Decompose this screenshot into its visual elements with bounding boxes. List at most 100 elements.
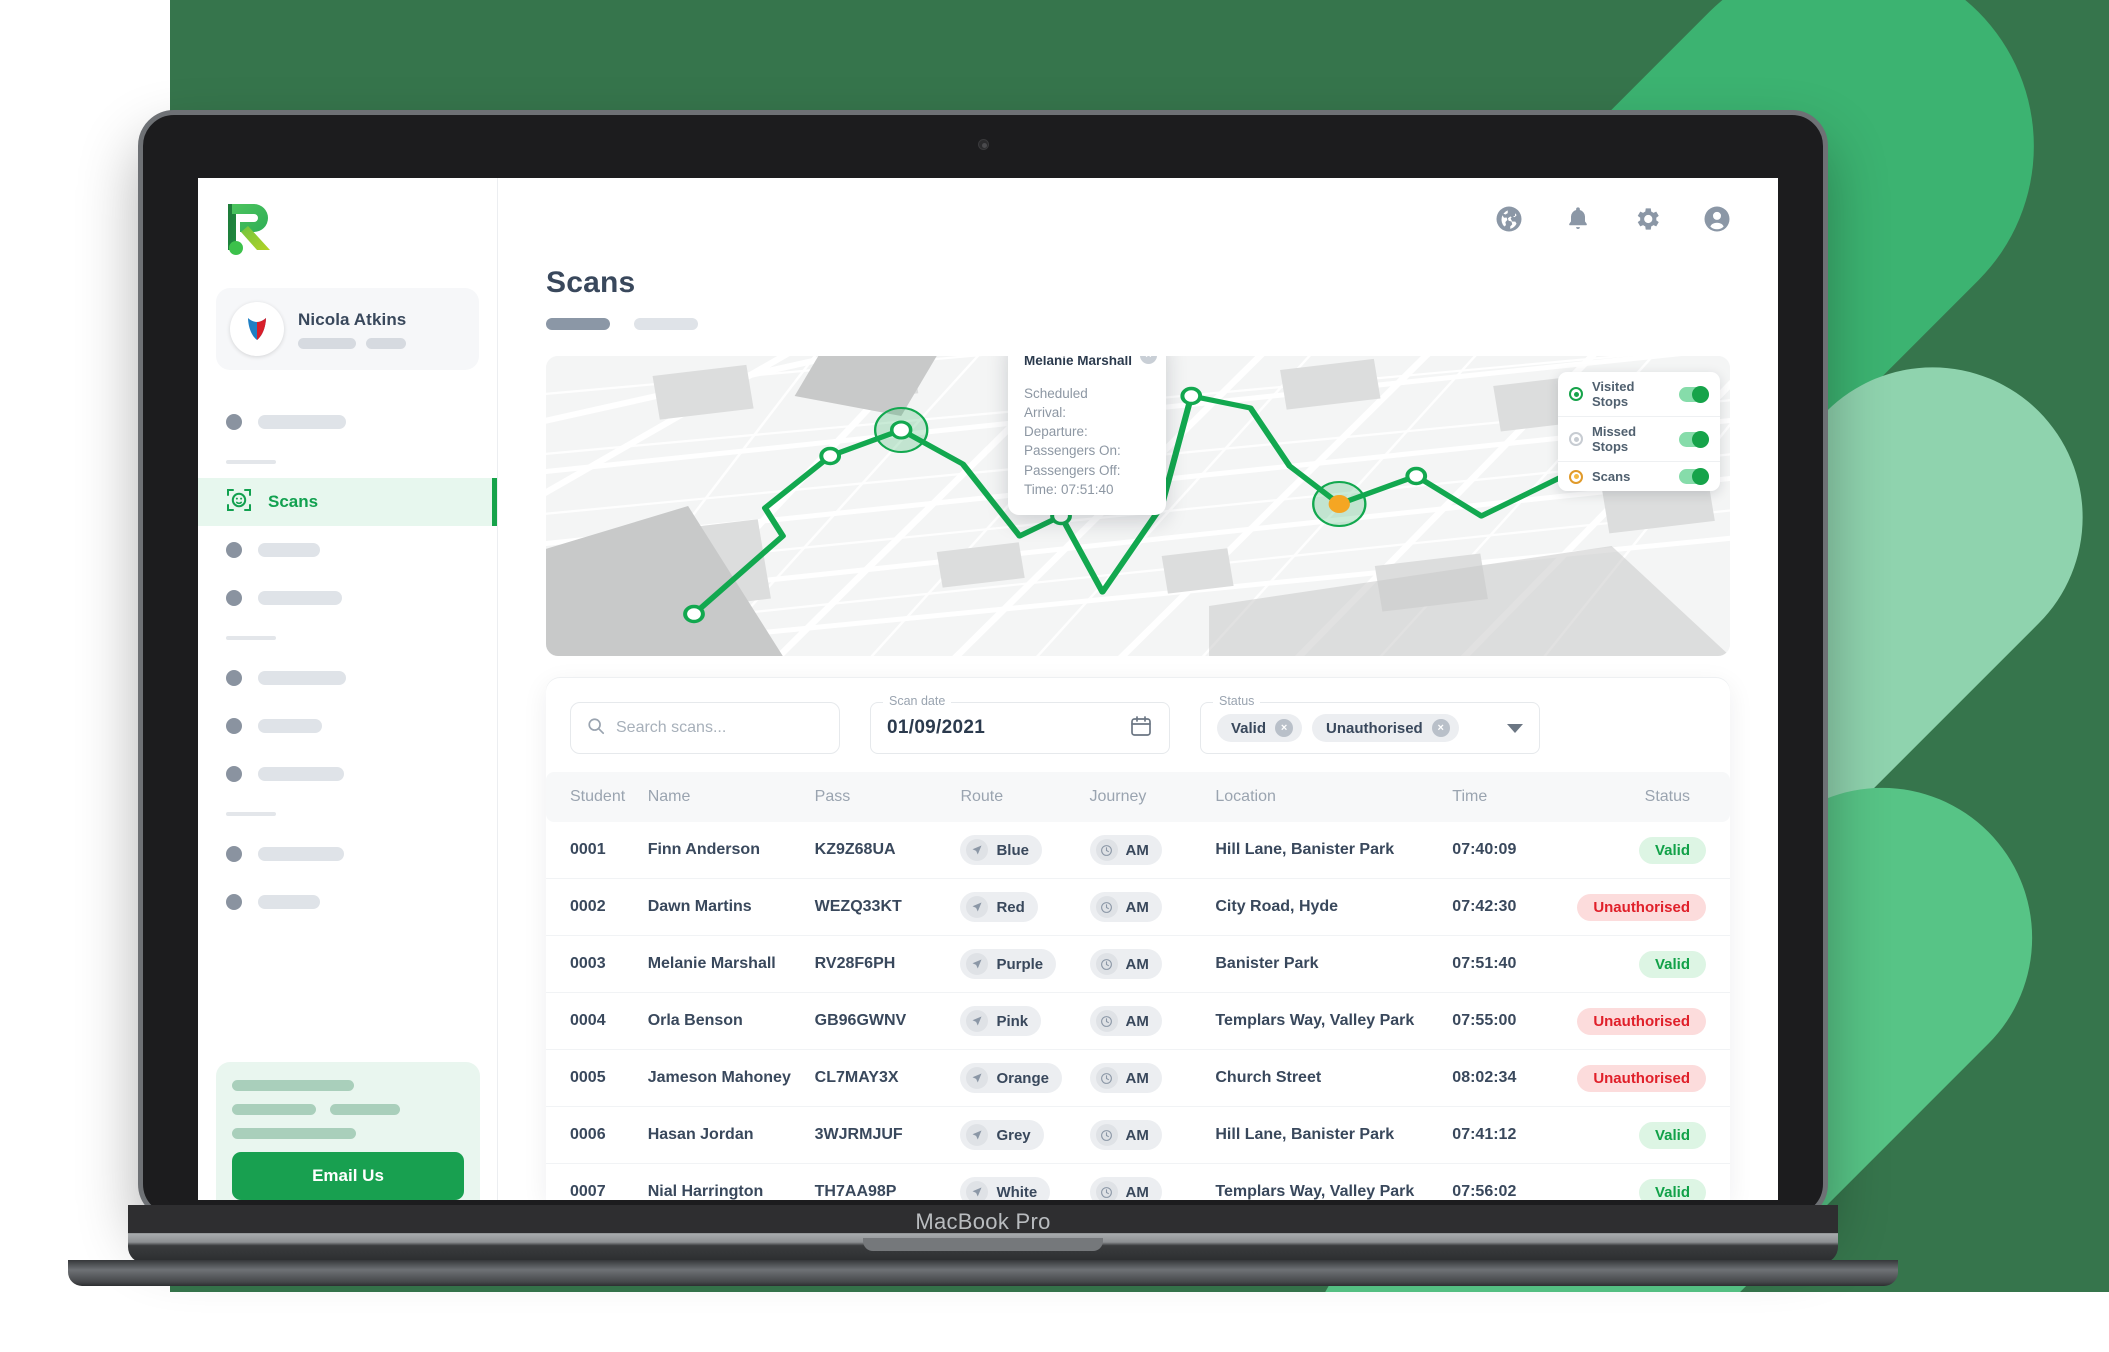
chip-label: Valid (1231, 719, 1267, 737)
legend-label: Visited Stops (1592, 379, 1635, 409)
legend-row-missed-stops[interactable]: Missed Stops (1558, 417, 1720, 462)
sidebar-item-placeholder[interactable] (198, 878, 497, 926)
sidebar-item-scans[interactable]: Scans (198, 478, 497, 526)
status-field[interactable]: Status Valid × Unauthorised × (1200, 694, 1540, 754)
toggle-visited-stops[interactable] (1679, 385, 1709, 403)
sidebar-item-placeholder[interactable] (198, 830, 497, 878)
cell-route: Grey (950, 1106, 1080, 1164)
base-notch (863, 1238, 1103, 1251)
sidebar-item-placeholder[interactable] (198, 702, 497, 750)
status-label: Status (1213, 694, 1261, 708)
navigation-icon (966, 896, 989, 918)
cell-journey: AM (1079, 1106, 1206, 1164)
breadcrumb (546, 318, 1730, 330)
search-input[interactable] (616, 719, 823, 737)
page-title: Scans (546, 266, 636, 299)
page-header: Scans (498, 260, 1778, 330)
scan-date-field[interactable]: Scan date 01/09/2021 (870, 694, 1170, 754)
table-row[interactable]: 0001 Finn Anderson KZ9Z68UA Blue AM Hill Lane… (546, 822, 1730, 879)
bullet-icon (226, 590, 242, 606)
cell-name: Dawn Martins (637, 878, 805, 936)
tooltip-line: Time: 07:51:40 (1024, 481, 1114, 497)
scan-stop-icon (1569, 469, 1583, 484)
cell-status: Valid (1567, 822, 1730, 879)
cell-name: Orla Benson (637, 992, 805, 1050)
sidebar-item-placeholder[interactable] (198, 654, 497, 702)
email-us-button[interactable]: Email Us (232, 1152, 464, 1200)
cell-route: Red (950, 878, 1080, 936)
search-box[interactable] (570, 702, 840, 754)
route-map[interactable]: × Melanie Marshall Scheduled Arrival: De… (546, 356, 1730, 656)
table-row[interactable]: 0005 Jameson Mahoney CL7MAY3X Orange AM Churc… (546, 1049, 1730, 1107)
column-header-pass[interactable]: Pass (804, 772, 951, 822)
cell-route: Orange (950, 1049, 1080, 1107)
scans-panel: Scan date 01/09/2021 (546, 678, 1730, 1200)
laptop-foot (68, 1260, 1898, 1286)
cell-name: Jameson Mahoney (637, 1049, 805, 1107)
sidebar-item-placeholder[interactable] (198, 750, 497, 798)
scan-date-value: 01/09/2021 (887, 717, 986, 738)
calendar-icon[interactable] (1129, 714, 1153, 743)
user-account-icon[interactable] (1702, 204, 1732, 234)
route-pill: White (960, 1177, 1051, 1200)
table-row[interactable]: 0003 Melanie Marshall RV28F6PH Purple AM Bani… (546, 935, 1730, 993)
toggle-missed-stops[interactable] (1679, 430, 1709, 448)
status-chip-unauthorised[interactable]: Unauthorised × (1312, 714, 1459, 742)
cell-student: 0001 (546, 822, 638, 879)
bullet-icon (226, 414, 242, 430)
chip-remove-icon[interactable]: × (1275, 719, 1294, 737)
laptop-base: MacBook Pro (128, 1205, 1838, 1263)
bullet-icon (226, 718, 242, 734)
legend-row-visited-stops[interactable]: Visited Stops (1558, 372, 1720, 417)
table-row[interactable]: 0002 Dawn Martins WEZQ33KT Red AM City Road, … (546, 878, 1730, 936)
navigation-icon (966, 1181, 989, 1200)
sidebar-item-placeholder[interactable] (198, 526, 497, 574)
column-header-time[interactable]: Time (1442, 772, 1568, 822)
scan-date-label: Scan date (883, 694, 952, 708)
cell-pass: KZ9Z68UA (804, 822, 951, 879)
table-row[interactable]: 0004 Orla Benson GB96GWNV Pink AM Templars Wa… (546, 992, 1730, 1050)
map-tooltip[interactable]: × Melanie Marshall Scheduled Arrival: De… (1008, 356, 1166, 515)
journey-pill: AM (1089, 835, 1162, 865)
search-icon (587, 717, 605, 740)
cell-status: Unauthorised (1567, 992, 1730, 1050)
status-chip-valid[interactable]: Valid × (1217, 714, 1303, 742)
table-row[interactable]: 0006 Hasan Jordan 3WJRMJUF Grey AM Hill Lane,… (546, 1106, 1730, 1164)
sidebar-item-placeholder[interactable] (198, 398, 497, 446)
tooltip-line: Arrival: (1024, 405, 1067, 421)
main-content: Scans Melanie Marshall Scheduled Arrival… (498, 178, 1778, 1200)
column-header-name[interactable]: Name (637, 772, 805, 822)
status-badge: Valid (1638, 836, 1706, 864)
cell-location: Church Street (1205, 1049, 1443, 1107)
journey-pill: AM (1089, 1006, 1162, 1036)
cell-route: White (950, 1163, 1080, 1200)
toggle-scans[interactable] (1679, 468, 1709, 485)
column-header-journey[interactable]: Journey (1079, 772, 1206, 822)
table-header: Student Name Pass Route Journey Location… (546, 772, 1730, 822)
app-logo[interactable] (198, 178, 497, 258)
navigation-icon (966, 1067, 989, 1089)
chevron-down-icon[interactable] (1507, 723, 1523, 733)
journey-pill: AM (1089, 1120, 1162, 1150)
sidebar-divider (226, 460, 276, 464)
column-header-status[interactable]: Status (1567, 772, 1730, 822)
column-header-student[interactable]: Student (546, 772, 638, 822)
globe-icon[interactable] (1494, 204, 1524, 234)
cell-student: 0005 (546, 1049, 638, 1107)
bell-icon[interactable] (1564, 205, 1592, 233)
clock-icon (1095, 953, 1118, 975)
legend-row-scans[interactable]: Scans (1558, 462, 1720, 491)
sidebar-item-placeholder[interactable] (198, 574, 497, 622)
profile-placeholder-bars (298, 337, 465, 349)
table-row[interactable]: 0007 Nial Harrington TH7AA98P White AM Templa… (546, 1163, 1730, 1200)
user-profile-card[interactable]: Nicola Atkins (216, 288, 479, 370)
chip-label: Unauthorised (1326, 719, 1423, 737)
status-badge: Unauthorised (1577, 893, 1706, 921)
chip-remove-icon[interactable]: × (1431, 719, 1450, 737)
clock-icon (1095, 896, 1118, 918)
route-pill: Red (960, 892, 1038, 922)
column-header-location[interactable]: Location (1205, 772, 1443, 822)
column-header-route[interactable]: Route (950, 772, 1080, 822)
tooltip-line: Scheduled (1024, 386, 1088, 401)
gear-icon[interactable] (1632, 204, 1662, 234)
